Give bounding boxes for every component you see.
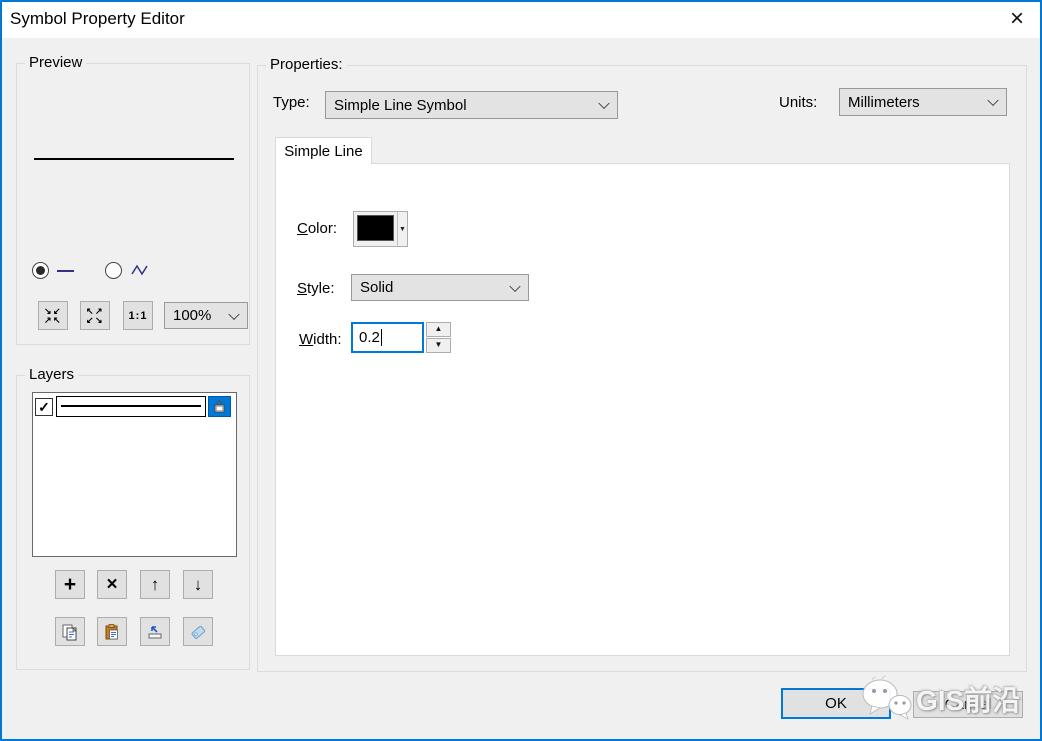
- width-input[interactable]: 0.2: [351, 322, 424, 353]
- zigzag-line-icon: [131, 264, 148, 276]
- layer-symbol-swatch[interactable]: [56, 396, 206, 417]
- width-spinner: ▲ ▼: [426, 322, 451, 353]
- paste-layer-button[interactable]: [97, 617, 127, 646]
- preview-group: Preview ↘ ↙ ↗ ↖ ↖ ↗ ↙ ↘ 1:1 100%: [16, 54, 250, 345]
- check-icon: ✓: [38, 398, 50, 415]
- ok-button[interactable]: OK: [781, 688, 891, 719]
- text-caret: [380, 329, 382, 346]
- tab-label: Simple Line: [284, 142, 363, 160]
- actual-size-button[interactable]: 1:1: [123, 301, 153, 330]
- units-value: Millimeters: [848, 93, 920, 111]
- delete-icon: ×: [106, 574, 118, 595]
- layer-visibility-checkbox[interactable]: ✓: [35, 397, 53, 416]
- zoom-level-value: 100%: [173, 307, 212, 324]
- preview-symbol-line: [34, 158, 234, 160]
- radio-zigzag-line[interactable]: [105, 262, 122, 279]
- style-value: Solid: [360, 279, 394, 296]
- plus-icon: +: [63, 573, 77, 596]
- layers-group-label: Layers: [25, 366, 79, 383]
- radio-straight-line[interactable]: [32, 262, 49, 279]
- type-label: Type:: [273, 94, 310, 111]
- style-label: Style:: [297, 280, 335, 297]
- chevron-down-icon: [509, 280, 521, 292]
- one-to-one-icon: 1:1: [128, 309, 148, 322]
- cancel-button[interactable]: Cancel: [913, 691, 1023, 718]
- color-dropdown-arrow[interactable]: ▼: [397, 212, 407, 246]
- layers-list[interactable]: ✓: [32, 392, 237, 557]
- zoom-to-fit-button[interactable]: ↘ ↙ ↗ ↖: [38, 301, 68, 330]
- layer-line-preview: [61, 405, 201, 407]
- copy-layer-button[interactable]: [55, 617, 85, 646]
- copy-icon: [62, 624, 77, 640]
- type-select[interactable]: Simple Line Symbol: [325, 91, 618, 119]
- paste-icon: [105, 623, 118, 639]
- color-label: Color:: [297, 220, 338, 237]
- layers-group: Layers ✓ + × ↑ ↓: [16, 366, 250, 670]
- color-picker-button[interactable]: ▼: [353, 211, 408, 247]
- radio-selected-dot: [36, 266, 45, 275]
- move-layer-down-button[interactable]: ↓: [183, 570, 213, 599]
- arrow-up-icon: ↑: [150, 575, 160, 594]
- triangle-down-icon: ▼: [434, 340, 443, 349]
- symbol-property-editor-dialog: Symbol Property Editor × Preview ↘ ↙ ↗ ↖…: [0, 0, 1042, 741]
- expand-arrows-icon: ↖ ↗ ↙ ↘: [86, 305, 103, 325]
- width-value: 0.2: [359, 329, 380, 346]
- close-icon[interactable]: ×: [1000, 4, 1034, 34]
- move-layer-up-button[interactable]: ↑: [140, 570, 170, 599]
- simple-line-panel: Color: ▼ Style: Solid Width: 0.2 ▲ ▼: [275, 163, 1010, 656]
- color-swatch: [357, 215, 394, 241]
- title-bar: Symbol Property Editor ×: [2, 2, 1040, 38]
- type-value: Simple Line Symbol: [334, 96, 467, 114]
- layer-row[interactable]: ✓: [33, 393, 236, 417]
- collapse-arrows-icon: ↘ ↙ ↗ ↖: [44, 305, 61, 325]
- triangle-up-icon: ▲: [434, 324, 443, 333]
- zoom-level-select[interactable]: 100%: [164, 302, 248, 329]
- chevron-down-icon: [598, 97, 610, 110]
- units-label: Units:: [779, 94, 818, 111]
- chevron-down-icon: [228, 308, 240, 320]
- remove-layer-button[interactable]: ×: [97, 570, 127, 599]
- window-title: Symbol Property Editor: [10, 9, 185, 28]
- arrow-down-icon: ↓: [193, 575, 203, 594]
- width-label: Width:: [299, 331, 342, 348]
- chevron-down-icon: [987, 94, 999, 107]
- tag-icon: [191, 625, 206, 639]
- arrow-over-bar-icon: [148, 625, 162, 638]
- preview-group-label: Preview: [25, 54, 87, 71]
- unlock-icon: [214, 400, 225, 413]
- tag-button[interactable]: [183, 617, 213, 646]
- spin-down-button[interactable]: ▼: [426, 338, 451, 353]
- units-select[interactable]: Millimeters: [839, 88, 1007, 116]
- zoom-full-button[interactable]: ↖ ↗ ↙ ↘: [80, 301, 110, 330]
- straight-line-icon: [57, 270, 74, 272]
- push-symbol-button[interactable]: [140, 617, 170, 646]
- properties-group: Properties: Type: Simple Line Symbol Uni…: [257, 56, 1027, 672]
- layer-lock-button[interactable]: [208, 396, 231, 417]
- spin-up-button[interactable]: ▲: [426, 322, 451, 337]
- tab-simple-line[interactable]: Simple Line: [275, 137, 372, 164]
- properties-group-label: Properties:: [266, 56, 347, 73]
- style-select[interactable]: Solid: [351, 274, 529, 301]
- dropdown-arrow-icon: ▼: [399, 225, 406, 233]
- add-layer-button[interactable]: +: [55, 570, 85, 599]
